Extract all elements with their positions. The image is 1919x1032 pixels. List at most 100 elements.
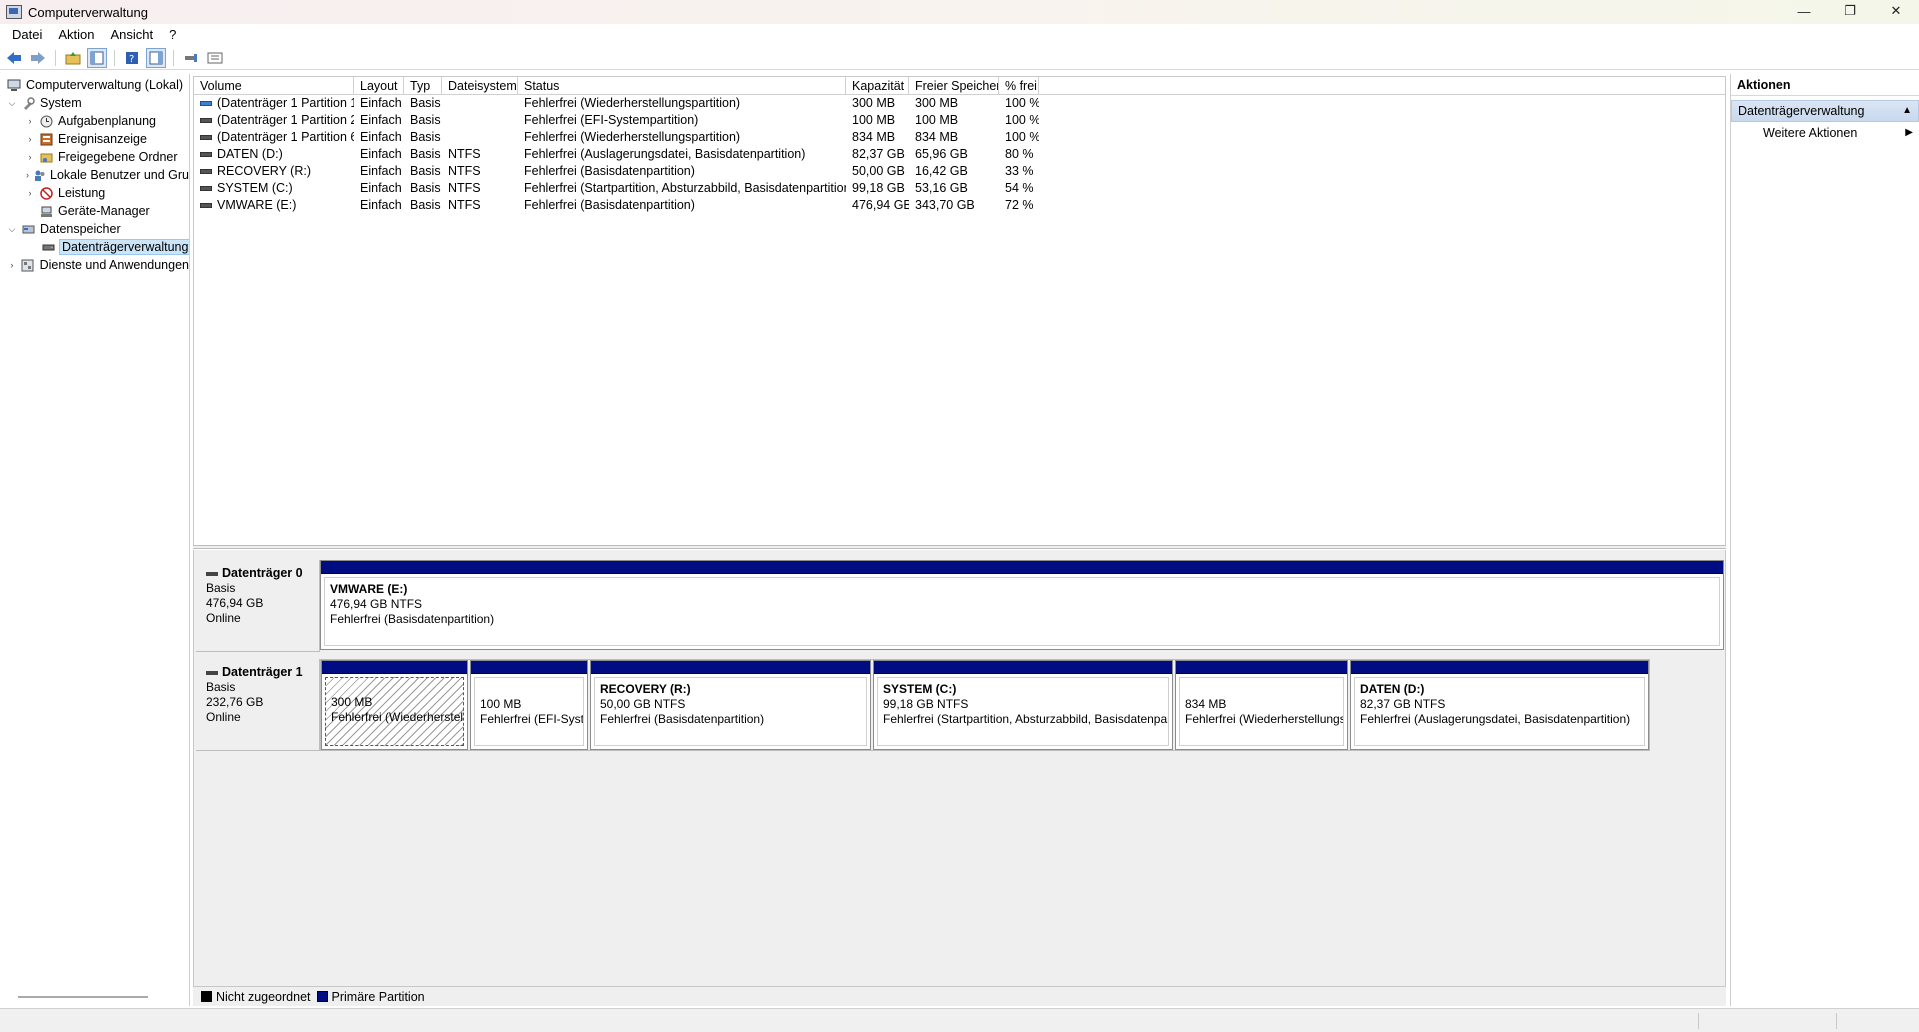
layout-cell: Einfach bbox=[360, 164, 402, 178]
tree-item-leistung[interactable]: › Leistung bbox=[0, 184, 189, 202]
menu-datei[interactable]: Datei bbox=[4, 27, 50, 42]
device-manager-icon bbox=[38, 204, 54, 218]
table-row[interactable]: SYSTEM (C:) Einfach Basis NTFS Fehlerfre… bbox=[194, 180, 1725, 197]
up-folder-icon[interactable] bbox=[63, 48, 83, 68]
chevron-down-icon[interactable]: ⌵ bbox=[6, 224, 18, 235]
tree-root[interactable]: Computerverwaltung (Lokal) bbox=[0, 76, 189, 94]
volume-cell: DATEN (D:) bbox=[194, 146, 354, 163]
column-header-volume[interactable]: Volume bbox=[194, 77, 354, 94]
column-header-typ[interactable]: Typ bbox=[404, 77, 442, 94]
column-header-prozent-frei[interactable]: % frei bbox=[999, 77, 1039, 94]
free-space-cell: 16,42 GB bbox=[915, 164, 968, 178]
column-header-dateisystem[interactable]: Dateisystem bbox=[442, 77, 518, 94]
horizontal-scrollbar[interactable] bbox=[18, 996, 148, 998]
minimize-button[interactable]: — bbox=[1781, 0, 1827, 22]
partition-name: RECOVERY (R:) bbox=[600, 682, 691, 696]
chevron-right-icon[interactable]: › bbox=[24, 188, 36, 198]
disk-state: Online bbox=[206, 710, 241, 724]
menu-ansicht[interactable]: Ansicht bbox=[103, 27, 162, 42]
pane-splitter[interactable] bbox=[193, 545, 1726, 549]
restore-button[interactable]: ❐ bbox=[1827, 0, 1873, 22]
console-tree[interactable]: Computerverwaltung (Lokal) ⌵ System › Au… bbox=[0, 74, 190, 1006]
actions-header: Aktionen bbox=[1731, 74, 1919, 96]
partition-recovery-1[interactable]: 300 MB Fehlerfrei (Wiederherstellungspar… bbox=[321, 660, 468, 750]
chevron-right-icon[interactable]: › bbox=[24, 116, 36, 126]
capacity-cell: 82,37 GB bbox=[852, 147, 905, 161]
back-arrow-icon[interactable] bbox=[4, 48, 24, 68]
title-bar: Computerverwaltung — ❐ ✕ bbox=[0, 0, 1919, 24]
filesystem-cell: NTFS bbox=[448, 181, 481, 195]
type-cell: Basis bbox=[410, 130, 441, 144]
window-title: Computerverwaltung bbox=[28, 4, 148, 20]
primary-partition-bar bbox=[874, 661, 1172, 674]
tree-item-datentraegerverwaltung[interactable]: Datenträgerverwaltung bbox=[0, 238, 189, 256]
partition-recovery-r[interactable]: RECOVERY (R:) 50,00 GB NTFS Fehlerfrei (… bbox=[590, 660, 871, 750]
tree-label: Datenspeicher bbox=[40, 222, 121, 236]
properties-icon[interactable] bbox=[205, 48, 225, 68]
tree-services[interactable]: › Dienste und Anwendungen bbox=[0, 256, 189, 274]
column-header-kapazitaet[interactable]: Kapazität bbox=[846, 77, 909, 94]
tree-item-ereignisanzeige[interactable]: › Ereignisanzeige bbox=[0, 130, 189, 148]
disk-size: 232,76 GB bbox=[206, 695, 264, 709]
free-space-cell: 300 MB bbox=[915, 96, 959, 110]
legend-unallocated: Nicht zugeordnet bbox=[201, 990, 311, 1004]
tree-item-freigegebene-ordner[interactable]: › Freigegebene Ordner bbox=[0, 148, 189, 166]
table-row[interactable]: RECOVERY (R:) Einfach Basis NTFS Fehlerf… bbox=[194, 163, 1725, 180]
chevron-right-icon[interactable]: › bbox=[24, 134, 36, 144]
chevron-down-icon[interactable]: ⌵ bbox=[6, 98, 18, 109]
partition-status: Fehlerfrei (Auslagerungsdatei, Basisdate… bbox=[1360, 712, 1631, 726]
column-header-freier-speicher[interactable]: Freier Speicher bbox=[909, 77, 999, 94]
tree-item-aufgabenplanung[interactable]: › Aufgabenplanung bbox=[0, 112, 189, 130]
show-hide-action-pane-icon[interactable] bbox=[146, 47, 166, 68]
partition-body: SYSTEM (C:) 99,18 GB NTFS Fehlerfrei (St… bbox=[877, 677, 1169, 746]
column-header-status[interactable]: Status bbox=[518, 77, 846, 94]
status-cell: Fehlerfrei (Basisdatenpartition) bbox=[524, 164, 695, 178]
partition-efi[interactable]: 100 MB Fehlerfrei (EFI-Systempartition) bbox=[470, 660, 588, 750]
collapse-up-icon[interactable]: ▲ bbox=[1902, 101, 1912, 121]
actions-section-datentraegerverwaltung[interactable]: Datenträgerverwaltung ▲ bbox=[1731, 100, 1919, 122]
chevron-right-icon[interactable]: › bbox=[6, 260, 18, 270]
chevron-right-icon[interactable]: › bbox=[24, 152, 36, 162]
table-row[interactable]: (Datenträger 1 Partition 2) Einfach Basi… bbox=[194, 112, 1725, 129]
partition-body: 300 MB Fehlerfrei (Wiederherstellungspar… bbox=[325, 677, 464, 746]
tree-item-lokale-benutzer[interactable]: › Lokale Benutzer und Gru bbox=[0, 166, 189, 184]
partition-recovery-6[interactable]: 834 MB Fehlerfrei (Wiederherstellungspar… bbox=[1175, 660, 1348, 750]
menu-help[interactable]: ? bbox=[161, 27, 184, 42]
partition-body: 834 MB Fehlerfrei (Wiederherstellungspar… bbox=[1179, 677, 1344, 746]
partition-system-c[interactable]: SYSTEM (C:) 99,18 GB NTFS Fehlerfrei (St… bbox=[873, 660, 1173, 750]
column-header-layout[interactable]: Layout bbox=[354, 77, 404, 94]
table-row[interactable]: (Datenträger 1 Partition 6) Einfach Basi… bbox=[194, 129, 1725, 146]
legend-swatch bbox=[316, 991, 328, 1002]
volume-cell: (Datenträger 1 Partition 1) bbox=[194, 95, 354, 112]
layout-cell: Einfach bbox=[360, 130, 402, 144]
partition-vmware[interactable]: VMWARE (E:) 476,94 GB NTFS Fehlerfrei (B… bbox=[320, 560, 1724, 650]
tree-label: Lokale Benutzer und Gru bbox=[50, 168, 189, 182]
action-weitere-aktionen[interactable]: Weitere Aktionen ▶ bbox=[1731, 122, 1919, 144]
tree-system[interactable]: ⌵ System bbox=[0, 94, 189, 112]
table-row[interactable]: (Datenträger 1 Partition 1) Einfach Basi… bbox=[194, 95, 1725, 112]
disk-0-label[interactable]: Datenträger 0 Basis 476,94 GB Online bbox=[196, 560, 320, 652]
help-icon[interactable]: ? bbox=[122, 48, 142, 68]
tree-item-geraete-manager[interactable]: Geräte-Manager bbox=[0, 202, 189, 220]
layout-cell: Einfach bbox=[360, 147, 402, 161]
volume-icon bbox=[200, 135, 212, 141]
close-button[interactable]: ✕ bbox=[1873, 0, 1919, 22]
primary-partition-bar bbox=[1176, 661, 1347, 674]
table-row[interactable]: VMWARE (E:) Einfach Basis NTFS Fehlerfre… bbox=[194, 197, 1725, 214]
partition-status: Fehlerfrei (Basisdatenpartition) bbox=[600, 712, 765, 726]
menu-aktion[interactable]: Aktion bbox=[50, 27, 102, 42]
chevron-right-icon[interactable]: › bbox=[24, 170, 31, 180]
disk-1-label[interactable]: Datenträger 1 Basis 232,76 GB Online bbox=[196, 659, 320, 751]
partition-size: 100 MB bbox=[480, 697, 522, 711]
tree-storage[interactable]: ⌵ Datenspeicher bbox=[0, 220, 189, 238]
table-row[interactable]: DATEN (D:) Einfach Basis NTFS Fehlerfrei… bbox=[194, 146, 1725, 163]
type-cell: Basis bbox=[410, 113, 441, 127]
forward-arrow-icon[interactable] bbox=[28, 48, 48, 68]
connect-icon[interactable] bbox=[181, 48, 201, 68]
partition-daten-d[interactable]: DATEN (D:) 82,37 GB NTFS Fehlerfrei (Aus… bbox=[1350, 660, 1649, 750]
percent-free-cell: 80 % bbox=[1005, 147, 1034, 161]
partition-status: Fehlerfrei (Basisdatenpartition) bbox=[330, 612, 495, 626]
performance-icon bbox=[38, 186, 54, 200]
show-hide-tree-icon[interactable] bbox=[87, 47, 107, 68]
tools-icon bbox=[20, 96, 36, 110]
